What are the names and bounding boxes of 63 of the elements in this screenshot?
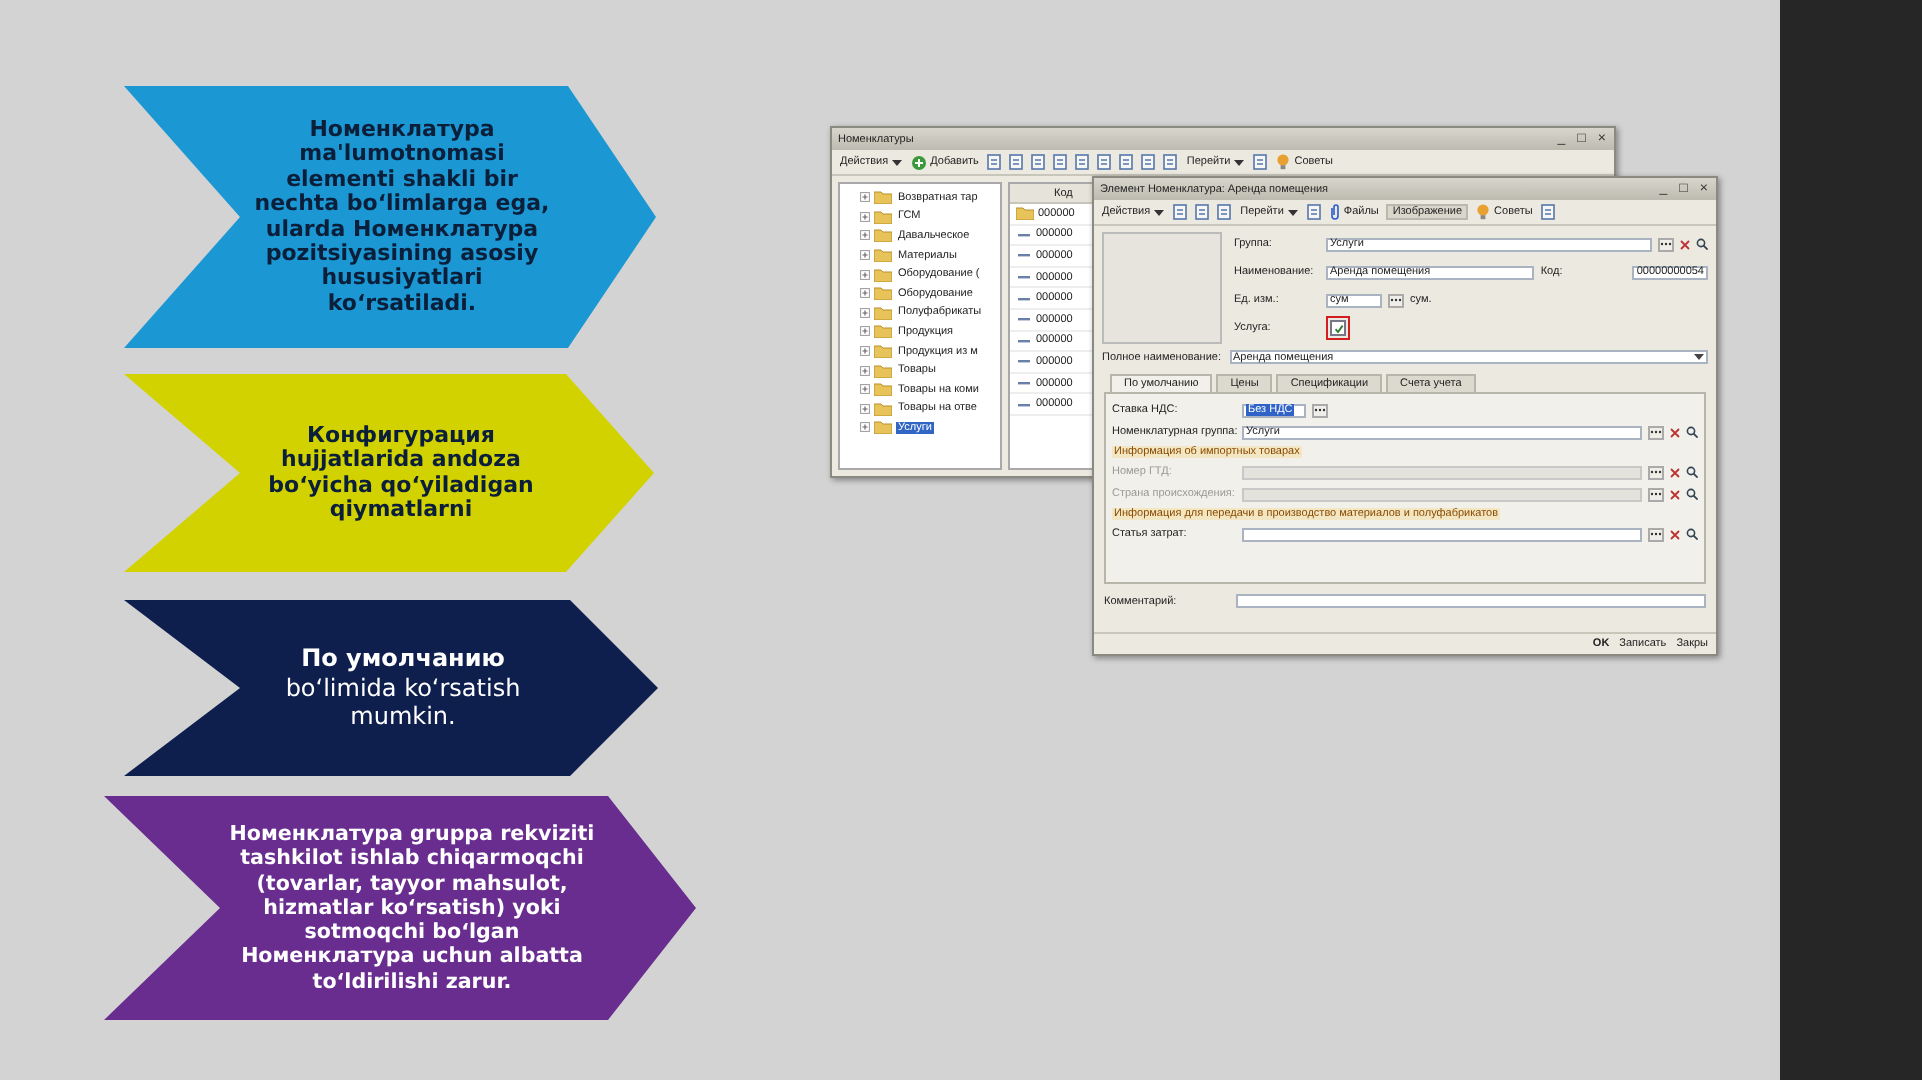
add-icon xyxy=(912,155,927,169)
search-icon[interactable] xyxy=(1686,528,1698,540)
clear-icon[interactable] xyxy=(1670,489,1680,499)
expand-icon[interactable] xyxy=(860,422,870,433)
document-icon[interactable] xyxy=(1172,204,1189,220)
document-icon[interactable] xyxy=(1252,154,1269,170)
expand-icon[interactable] xyxy=(860,230,870,241)
image-placeholder xyxy=(1102,232,1222,344)
document-icon[interactable] xyxy=(1162,154,1179,170)
paperclip-icon xyxy=(1329,204,1340,220)
search-icon[interactable] xyxy=(1686,488,1698,500)
clear-icon[interactable] xyxy=(1670,427,1680,437)
document-icon[interactable] xyxy=(1030,154,1047,170)
document-icon[interactable] xyxy=(1140,154,1157,170)
arrow-text: Номенклатура ma'lumotnomasi elementi shakli bir nechta bo‘limlarga ega, ularda Номенклатура pozitsiyasining asosiy hususiyatlari ko‘rsatiladi. xyxy=(254,117,550,317)
clear-icon[interactable] xyxy=(1670,529,1680,539)
expand-icon[interactable] xyxy=(860,192,870,203)
caret-icon xyxy=(1287,209,1298,215)
clear-icon[interactable] xyxy=(1680,239,1690,249)
document-icon[interactable] xyxy=(1008,154,1025,170)
expand-icon[interactable] xyxy=(860,211,870,222)
search-icon[interactable] xyxy=(1696,238,1708,250)
select-button[interactable] xyxy=(1648,465,1664,479)
document-icon[interactable] xyxy=(1118,154,1135,170)
select-button[interactable] xyxy=(1648,425,1664,439)
caret-icon xyxy=(892,159,903,165)
document-icon[interactable] xyxy=(1096,154,1113,170)
search-icon[interactable] xyxy=(1686,466,1698,478)
expand-icon[interactable] xyxy=(860,269,870,280)
input-field[interactable] xyxy=(1236,594,1706,608)
select-button[interactable] xyxy=(1648,527,1664,541)
document-icon[interactable] xyxy=(986,154,1003,170)
arrow-text: По умолчанию bo‘limida ko‘rsatish mumkin. xyxy=(283,644,523,732)
select-button[interactable] xyxy=(1388,293,1404,307)
expand-icon[interactable] xyxy=(860,403,870,414)
expand-icon[interactable] xyxy=(860,288,870,299)
lightbulb-icon xyxy=(1476,204,1491,220)
expand-icon[interactable] xyxy=(860,346,870,357)
input-field[interactable] xyxy=(1242,487,1642,501)
arrow-text: Номенклатура gruppa rekviziti tashkilot ishlab chiqarmoqchi (tovarlar, tayyor mahsulot, hizmatlar ko‘rsatish) yoki sotmoqchi bo‘lgan Номенклатура uchun albatta to‘ldirilishi zarur. xyxy=(227,822,597,994)
select-button[interactable] xyxy=(1312,403,1328,417)
lightbulb-icon xyxy=(1276,154,1291,170)
search-icon[interactable] xyxy=(1686,426,1698,438)
document-icon[interactable] xyxy=(1540,204,1557,220)
expand-icon[interactable] xyxy=(860,250,870,261)
clear-icon[interactable] xyxy=(1670,467,1680,477)
expand-icon[interactable] xyxy=(860,326,870,337)
dropdown-icon[interactable] xyxy=(1694,354,1704,360)
select-button[interactable] xyxy=(1648,487,1664,501)
expand-icon[interactable] xyxy=(860,365,870,376)
input-field[interactable] xyxy=(1242,465,1642,479)
document-icon[interactable] xyxy=(1194,204,1211,220)
document-icon[interactable] xyxy=(1216,204,1233,220)
caret-icon xyxy=(1234,159,1245,165)
document-icon[interactable] xyxy=(1074,154,1091,170)
document-icon[interactable] xyxy=(1052,154,1069,170)
caret-icon xyxy=(1154,209,1165,215)
document-icon[interactable] xyxy=(1305,204,1322,220)
arrow-text: Конфигурация hujjatlarida andoza bo‘yicha qo‘yiladigan qiymatlarni xyxy=(266,423,536,523)
select-button[interactable] xyxy=(1658,237,1674,251)
input-field[interactable] xyxy=(1242,527,1642,541)
expand-icon[interactable] xyxy=(860,307,870,318)
expand-icon[interactable] xyxy=(860,384,870,395)
